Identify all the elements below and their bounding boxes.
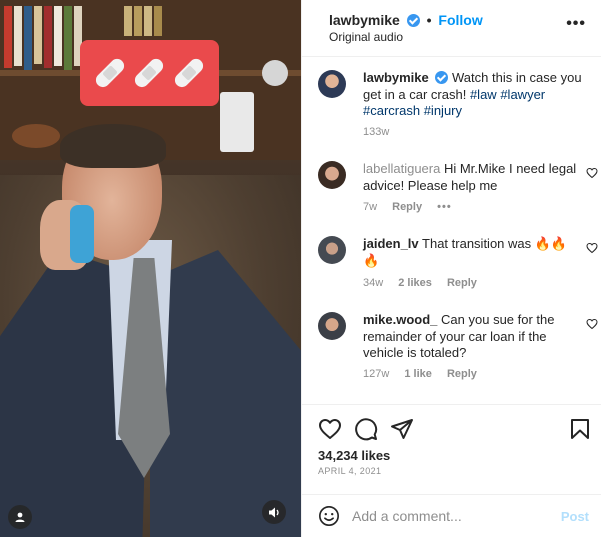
speaker-icon xyxy=(268,507,279,517)
post-panel: lawbymike • Follow Original audio ••• la… xyxy=(301,0,601,537)
reply-button[interactable]: Reply xyxy=(447,277,477,289)
author-username[interactable]: lawbymike xyxy=(329,12,400,28)
bandage-icon xyxy=(172,56,207,90)
comment-item: labellatiguera Hi Mr.Mike I need legal a… xyxy=(318,161,598,221)
tagged-user-button[interactable] xyxy=(8,505,32,529)
comment-composer: Post xyxy=(302,494,601,537)
comment-username[interactable]: labellatiguera xyxy=(363,161,440,176)
user-icon xyxy=(15,512,25,522)
avatar[interactable] xyxy=(318,70,346,98)
verified-badge-icon xyxy=(435,71,449,84)
comment-icon[interactable] xyxy=(354,417,378,441)
reply-button[interactable]: Reply xyxy=(392,201,422,213)
post-date: APRIL 4, 2021 xyxy=(318,466,382,476)
comment-time[interactable]: 7w xyxy=(363,201,377,213)
post-header: lawbymike • Follow Original audio ••• xyxy=(302,0,601,57)
send-icon[interactable] xyxy=(390,417,414,441)
avatar[interactable] xyxy=(318,236,346,264)
emoji-icon[interactable] xyxy=(318,505,340,527)
mute-button[interactable] xyxy=(262,500,286,524)
post-button[interactable]: Post xyxy=(561,509,589,524)
comment-username[interactable]: mike.wood_ xyxy=(363,312,437,327)
comment-like-icon[interactable] xyxy=(586,167,598,179)
comment-time[interactable]: 34w xyxy=(363,277,383,289)
ice-pack xyxy=(70,205,94,263)
bandage-icon xyxy=(92,56,127,90)
likes-count[interactable]: 34,234 likes xyxy=(318,448,390,463)
bookmark-icon[interactable] xyxy=(568,417,592,441)
verified-badge-icon xyxy=(406,14,420,27)
comment-likes[interactable]: 2 likes xyxy=(398,277,432,289)
hashtag-link[interactable]: #lawyer xyxy=(500,87,545,102)
bandage-sticker xyxy=(80,40,219,106)
hashtag-link[interactable]: #law xyxy=(470,87,497,102)
audio-link[interactable]: Original audio xyxy=(329,30,403,44)
reply-button[interactable]: Reply xyxy=(447,368,477,380)
comment-like-icon[interactable] xyxy=(586,318,598,330)
comment-likes[interactable]: 1 like xyxy=(404,368,432,380)
comment-item: mike.wood_ Can you sue for the remainder… xyxy=(318,312,598,387)
heart-icon[interactable] xyxy=(318,417,342,441)
comment-options-button[interactable]: ••• xyxy=(437,201,452,213)
comment-item: jaiden_lv That transition was 🔥🔥🔥 34w 2 … xyxy=(318,236,598,296)
hashtag-link[interactable]: #injury xyxy=(424,103,462,118)
caption: lawbymike Watch this in case you get in … xyxy=(318,70,588,140)
follow-button[interactable]: Follow xyxy=(438,12,482,28)
more-options-icon[interactable]: ••• xyxy=(566,15,586,33)
comment-username[interactable]: jaiden_lv xyxy=(363,236,419,251)
caption-time[interactable]: 133w xyxy=(363,126,389,138)
comment-input[interactable] xyxy=(352,508,552,524)
bandage-icon xyxy=(132,56,167,90)
hashtag-link[interactable]: #carcrash xyxy=(363,103,420,118)
separator-dot: • xyxy=(426,12,432,28)
post-video[interactable] xyxy=(0,0,301,537)
post-actions: 34,234 likes APRIL 4, 2021 xyxy=(302,404,601,494)
caption-username[interactable]: lawbymike xyxy=(363,70,429,85)
comment-like-icon[interactable] xyxy=(586,242,598,254)
avatar[interactable] xyxy=(318,161,346,189)
avatar[interactable] xyxy=(318,312,346,340)
comment-time[interactable]: 127w xyxy=(363,368,389,380)
